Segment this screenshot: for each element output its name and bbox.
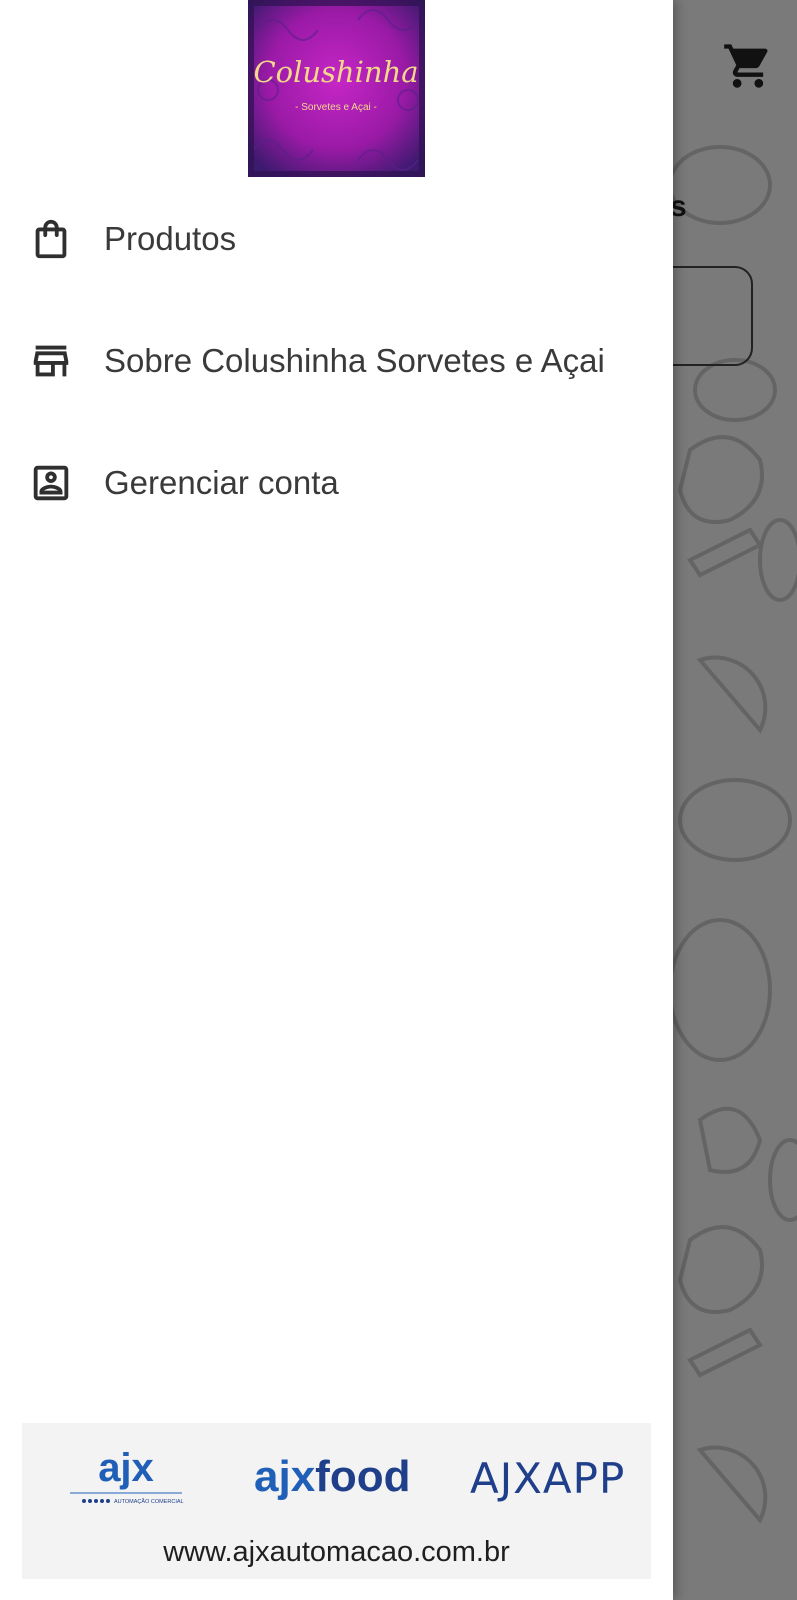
menu-item-produtos[interactable]: Produtos <box>0 178 673 300</box>
ajx-logo-text: ajx <box>98 1446 154 1490</box>
menu-item-gerenciar-conta[interactable]: Gerenciar conta <box>0 422 673 544</box>
account-box-icon <box>28 460 74 506</box>
menu-item-label: Gerenciar conta <box>104 464 339 501</box>
logo-tagline: - Sorvetes e Açai - <box>295 102 377 113</box>
shopping-cart-icon[interactable] <box>722 40 774 92</box>
logo-name: Colushinha <box>253 55 418 89</box>
store-icon <box>28 338 74 384</box>
drawer-footer: ajx AUTOMAÇÃO COMERCIAL ajxfood AJXAPP w… <box>22 1423 651 1579</box>
drawer-menu: Produtos Sobre Colushinha Sorvetes e Aça… <box>0 178 673 544</box>
ajxfood-prefix: ajx <box>254 1452 316 1501</box>
ajx-logo[interactable]: ajx AUTOMAÇÃO COMERCIAL <box>70 1446 184 1505</box>
ajxapp-logo-text: AJXAPP <box>470 1454 625 1503</box>
ajxfood-logo-text: ajxfood <box>254 1452 410 1501</box>
menu-item-sobre[interactable]: Sobre Colushinha Sorvetes e Açai <box>0 300 673 422</box>
ajxfood-logo[interactable]: ajxfood <box>254 1452 410 1501</box>
navigation-drawer: Colushinha - Sorvetes e Açai - Produtos … <box>0 0 673 1600</box>
partner-logos: ajx AUTOMAÇÃO COMERCIAL ajxfood AJXAPP <box>70 1446 625 1505</box>
ajxapp-logo[interactable]: AJXAPP <box>470 1454 625 1503</box>
menu-item-label: Sobre Colushinha Sorvetes e Açai <box>104 342 605 379</box>
shopping-bag-icon <box>28 216 74 262</box>
ajx-logo-subtitle: AUTOMAÇÃO COMERCIAL <box>114 1498 184 1505</box>
website-link[interactable]: www.ajxautomacao.com.br <box>22 1536 651 1569</box>
store-logo: Colushinha - Sorvetes e Açai - <box>248 0 425 177</box>
ajxfood-suffix: food <box>315 1452 410 1501</box>
menu-item-label: Produtos <box>104 220 237 257</box>
